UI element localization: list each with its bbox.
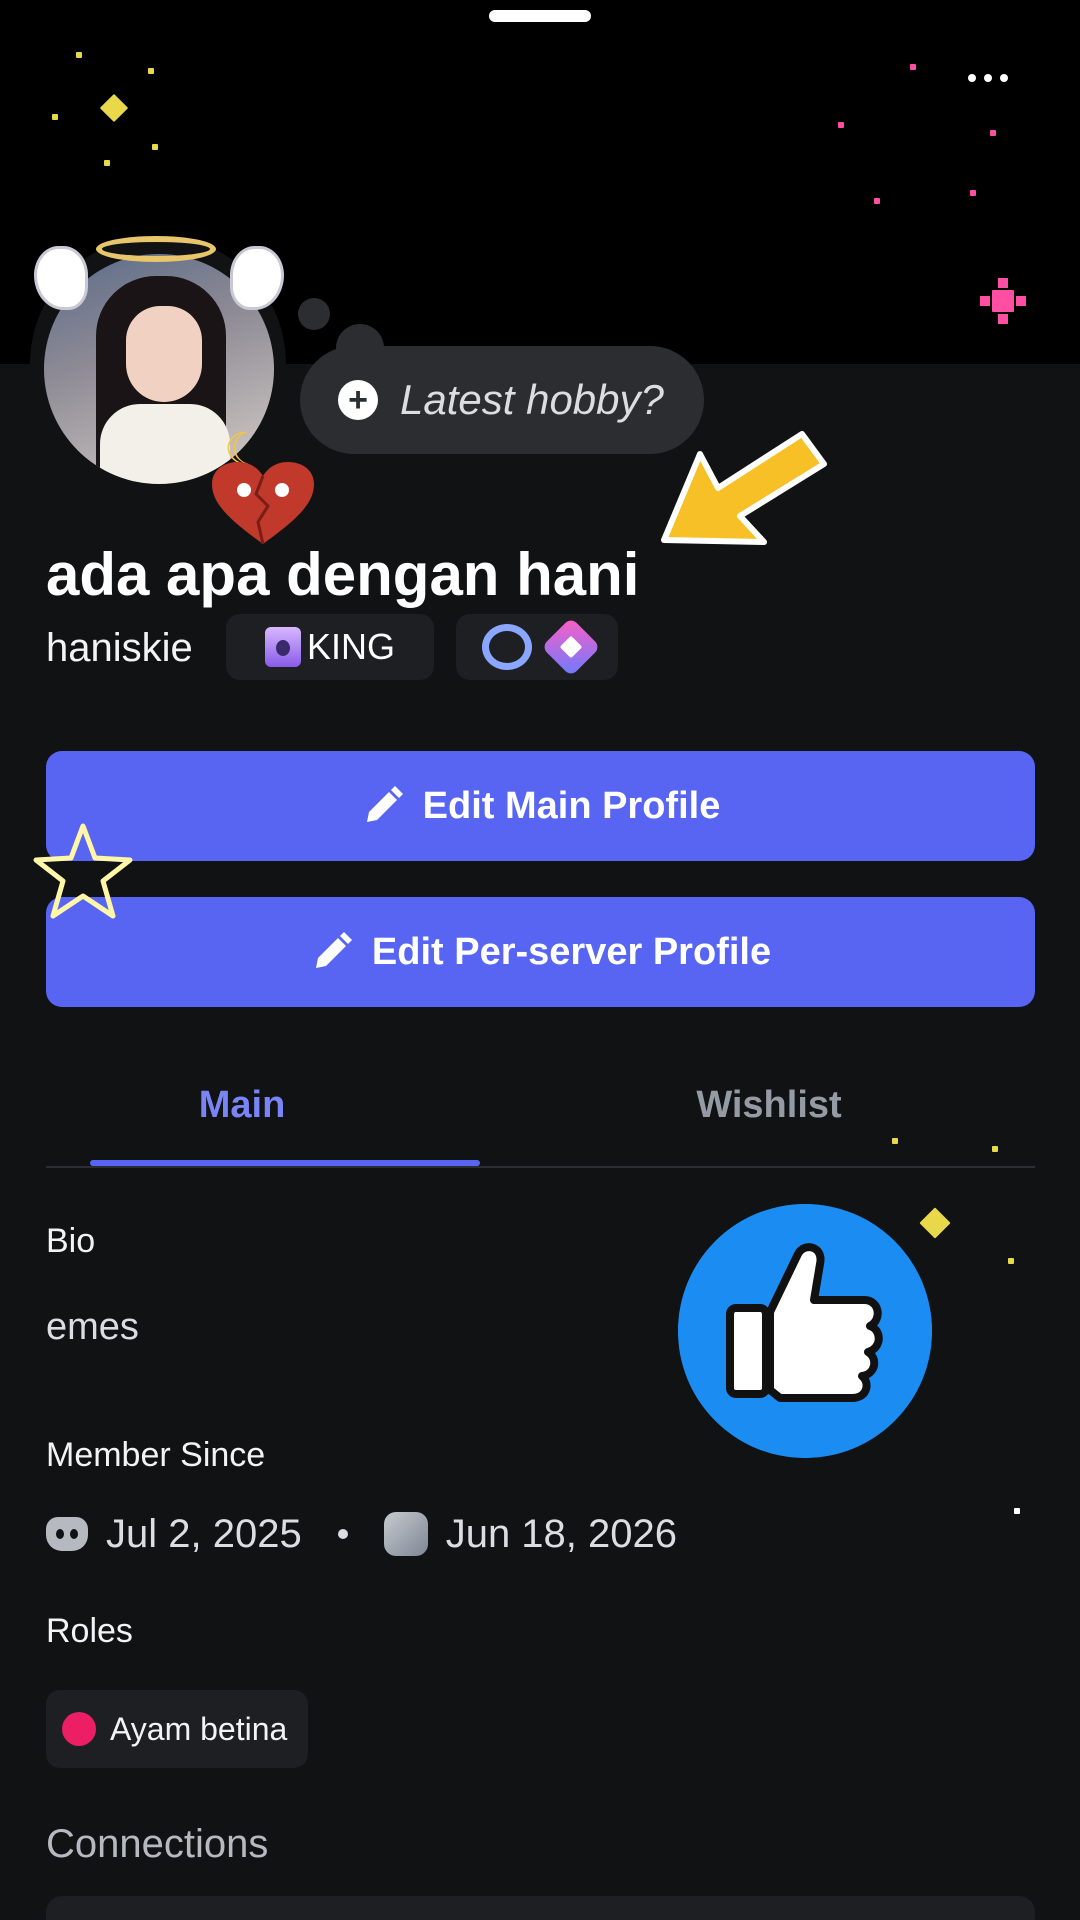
- sparkle-decoration: [76, 52, 82, 58]
- edit-main-profile-button[interactable]: Edit Main Profile: [46, 751, 1035, 861]
- connections-card[interactable]: [46, 1896, 1035, 1920]
- sparkle-decoration: [992, 290, 1014, 312]
- glowing-star-icon: [33, 823, 133, 919]
- sparkle-decoration: [874, 198, 880, 204]
- edit-main-profile-label: Edit Main Profile: [422, 784, 721, 827]
- hobby-prompt: Latest hobby?: [400, 376, 664, 423]
- more-options-button[interactable]: [958, 60, 1018, 96]
- display-name: ada apa dengan hani: [46, 541, 640, 608]
- active-tab-indicator: [90, 1160, 480, 1166]
- connections-heading: Connections: [46, 1822, 269, 1866]
- sheet-handle[interactable]: [489, 10, 591, 22]
- clan-tag-label: KING: [306, 626, 395, 667]
- profile-tabs: Main Wishlist: [46, 1060, 1035, 1168]
- thumbs-up-sticker-icon: [678, 1204, 932, 1458]
- sparkle-decoration: [152, 144, 158, 150]
- sparkle-decoration: [992, 1146, 998, 1152]
- server-join-date: Jun 18, 2026: [445, 1511, 678, 1556]
- sparkle-decoration: [1008, 1258, 1014, 1264]
- clan-tag-badge[interactable]: KING: [226, 614, 434, 680]
- halo-decoration: [96, 236, 216, 262]
- profile-badges[interactable]: [456, 614, 618, 680]
- edit-per-server-profile-label: Edit Per-server Profile: [371, 930, 772, 973]
- sparkle-decoration: [970, 190, 976, 196]
- clan-icon: [264, 627, 301, 667]
- tab-main[interactable]: Main: [199, 1084, 286, 1127]
- role-name: Ayam betina: [110, 1710, 288, 1747]
- sparkle-decoration: [52, 114, 58, 120]
- broken-heart-icon: [212, 462, 314, 545]
- member-since-row: Jul 2, 2025 Jun 18, 2026: [46, 1508, 677, 1560]
- sparkle-decoration: [910, 64, 916, 70]
- thought-bubble-dot: [298, 298, 330, 330]
- arrow-sticker-icon: [661, 431, 827, 545]
- pencil-icon: [315, 932, 352, 968]
- discord-logo-icon: [46, 1517, 88, 1551]
- laurel-badge-icon[interactable]: [482, 624, 532, 670]
- pencil-icon: [366, 786, 403, 822]
- roles-heading: Roles: [46, 1612, 133, 1650]
- sparkle-decoration: [104, 160, 110, 166]
- sparkle-decoration: [919, 1207, 951, 1239]
- more-horizontal-icon: [968, 74, 976, 82]
- discord-join-date: Jul 2, 2025: [106, 1511, 302, 1556]
- hobby-status-bubble[interactable]: + Latest hobby?: [300, 346, 704, 454]
- role-pill[interactable]: Ayam betina: [46, 1690, 308, 1768]
- sparkle-decoration: [99, 93, 129, 123]
- plus-circle-icon: +: [338, 380, 378, 420]
- member-since-heading: Member Since: [46, 1436, 266, 1474]
- role-color-dot: [62, 1712, 96, 1746]
- bio-heading: Bio: [46, 1222, 96, 1260]
- server-icon: [383, 1512, 428, 1556]
- sparkle-decoration: [892, 1138, 898, 1144]
- sparkle-decoration: [990, 130, 996, 136]
- tab-wishlist[interactable]: Wishlist: [696, 1084, 841, 1127]
- separator-dot: [337, 1529, 348, 1539]
- username[interactable]: haniskie: [46, 626, 193, 671]
- sparkle-decoration: [1014, 1508, 1020, 1514]
- bio-text: emes: [46, 1306, 139, 1348]
- edit-per-server-profile-button[interactable]: Edit Per-server Profile: [46, 897, 1035, 1007]
- sparkle-decoration: [838, 122, 844, 128]
- nitro-gem-badge-icon[interactable]: [541, 617, 601, 677]
- sparkle-decoration: [148, 68, 154, 74]
